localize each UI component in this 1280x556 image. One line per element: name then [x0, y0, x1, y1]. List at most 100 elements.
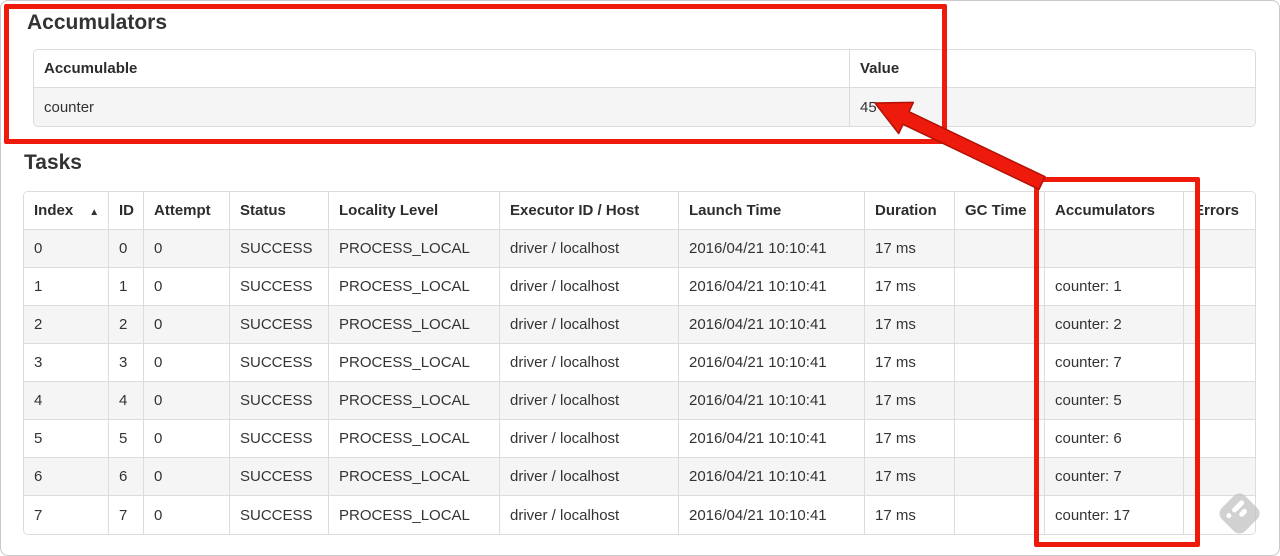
cell-index: 0	[24, 230, 109, 268]
cell-attempt: 0	[144, 458, 230, 496]
cell-launch-time: 2016/04/21 10:10:41	[679, 382, 865, 420]
column-header-attempt[interactable]: Attempt	[144, 192, 230, 230]
cell-attempt: 0	[144, 268, 230, 306]
cell-attempt: 0	[144, 420, 230, 458]
cell-gc-time	[955, 382, 1045, 420]
table-row: 2 2 0 SUCCESS PROCESS_LOCAL driver / localhos…	[24, 306, 1255, 344]
accumulators-header-row: Accumulable Value	[34, 50, 1255, 88]
column-header-index[interactable]: Index ▲	[24, 192, 109, 230]
column-header-accumulable[interactable]: Accumulable	[34, 50, 850, 88]
table-row: 3 3 0 SUCCESS PROCESS_LOCAL driver / localhos…	[24, 344, 1255, 382]
column-header-launch-time[interactable]: Launch Time	[679, 192, 865, 230]
cell-executor-id-host: driver / localhost	[500, 496, 679, 534]
cell-executor-id-host: driver / localhost	[500, 344, 679, 382]
cell-status: SUCCESS	[230, 420, 329, 458]
cell-index: 4	[24, 382, 109, 420]
cell-status: SUCCESS	[230, 382, 329, 420]
cell-gc-time	[955, 344, 1045, 382]
cell-id: 6	[109, 458, 144, 496]
cell-status: SUCCESS	[230, 496, 329, 534]
cell-locality-level: PROCESS_LOCAL	[329, 496, 500, 534]
cell-executor-id-host: driver / localhost	[500, 420, 679, 458]
tasks-header-row: Index ▲ ID Attempt Status Locality Level Execu…	[24, 192, 1255, 230]
cell-duration: 17 ms	[865, 344, 955, 382]
cell-gc-time	[955, 420, 1045, 458]
column-header-executor-id-host[interactable]: Executor ID / Host	[500, 192, 679, 230]
column-header-gc-time[interactable]: GC Time	[955, 192, 1045, 230]
cell-status: SUCCESS	[230, 306, 329, 344]
column-label: ID	[119, 202, 134, 219]
cell-executor-id-host: driver / localhost	[500, 230, 679, 268]
cell-errors	[1184, 458, 1255, 496]
column-label: Value	[860, 60, 900, 77]
column-label: Status	[240, 202, 286, 219]
cell-gc-time	[955, 230, 1045, 268]
cell-index: 3	[24, 344, 109, 382]
cell-attempt: 0	[144, 344, 230, 382]
column-header-duration[interactable]: Duration	[865, 192, 955, 230]
column-label: Locality Level	[339, 202, 439, 219]
column-label: Executor ID / Host	[510, 202, 640, 219]
column-header-errors[interactable]: Errors	[1184, 192, 1255, 230]
cell-locality-level: PROCESS_LOCAL	[329, 458, 500, 496]
cell-accumulators: counter: 2	[1045, 306, 1184, 344]
column-label: Accumulable	[44, 60, 138, 77]
table-row: 5 5 0 SUCCESS PROCESS_LOCAL driver / localhos…	[24, 420, 1255, 458]
cell-index: 6	[24, 458, 109, 496]
cell-executor-id-host: driver / localhost	[500, 268, 679, 306]
cell-attempt: 0	[144, 496, 230, 534]
cell-errors	[1184, 268, 1255, 306]
column-header-locality-level[interactable]: Locality Level	[329, 192, 500, 230]
column-header-id[interactable]: ID	[109, 192, 144, 230]
cell-gc-time	[955, 306, 1045, 344]
cell-duration: 17 ms	[865, 420, 955, 458]
table-row: 1 1 0 SUCCESS PROCESS_LOCAL driver / localhos…	[24, 268, 1255, 306]
cell-accumulators	[1045, 230, 1184, 268]
cell-attempt: 0	[144, 230, 230, 268]
tasks-table: Index ▲ ID Attempt Status Locality Level Execu…	[23, 191, 1256, 535]
cell-launch-time: 2016/04/21 10:10:41	[679, 268, 865, 306]
cell-errors	[1184, 306, 1255, 344]
cell-id: 2	[109, 306, 144, 344]
cell-attempt: 0	[144, 306, 230, 344]
cell-errors	[1184, 344, 1255, 382]
cell-accumulators: counter: 1	[1045, 268, 1184, 306]
column-label: Index	[34, 202, 74, 219]
cell-errors	[1184, 420, 1255, 458]
table-row: 7 7 0 SUCCESS PROCESS_LOCAL driver / localhos…	[24, 496, 1255, 534]
cell-launch-time: 2016/04/21 10:10:41	[679, 306, 865, 344]
cell-locality-level: PROCESS_LOCAL	[329, 344, 500, 382]
cell-status: SUCCESS	[230, 268, 329, 306]
cell-duration: 17 ms	[865, 496, 955, 534]
cell-index: 2	[24, 306, 109, 344]
cell-value: 45	[850, 88, 1255, 126]
column-label: Accumulators	[1055, 202, 1156, 219]
cell-id: 7	[109, 496, 144, 534]
column-header-status[interactable]: Status	[230, 192, 329, 230]
cell-executor-id-host: driver / localhost	[500, 382, 679, 420]
cell-id: 4	[109, 382, 144, 420]
table-row: 4 4 0 SUCCESS PROCESS_LOCAL driver / localhos…	[24, 382, 1255, 420]
cell-launch-time: 2016/04/21 10:10:41	[679, 230, 865, 268]
cell-duration: 17 ms	[865, 382, 955, 420]
cell-status: SUCCESS	[230, 230, 329, 268]
cell-index: 5	[24, 420, 109, 458]
column-label: Attempt	[154, 202, 211, 219]
column-label: Launch Time	[689, 202, 782, 219]
cell-launch-time: 2016/04/21 10:10:41	[679, 344, 865, 382]
cell-accumulators: counter: 17	[1045, 496, 1184, 534]
sort-ascending-icon: ▲	[89, 207, 100, 218]
cell-gc-time	[955, 458, 1045, 496]
cell-locality-level: PROCESS_LOCAL	[329, 306, 500, 344]
cell-accumulators: counter: 7	[1045, 458, 1184, 496]
cell-status: SUCCESS	[230, 458, 329, 496]
cell-gc-time	[955, 268, 1045, 306]
accumulators-table: Accumulable Value counter 45	[33, 49, 1256, 127]
column-header-accumulators[interactable]: Accumulators	[1045, 192, 1184, 230]
tasks-heading: Tasks	[24, 151, 82, 174]
accumulators-heading: Accumulators	[27, 11, 168, 34]
column-header-value[interactable]: Value	[850, 50, 1255, 88]
cell-locality-level: PROCESS_LOCAL	[329, 268, 500, 306]
spark-stage-details-page: Accumulators Accumulable Value counter 45 …	[0, 0, 1280, 556]
cell-duration: 17 ms	[865, 268, 955, 306]
